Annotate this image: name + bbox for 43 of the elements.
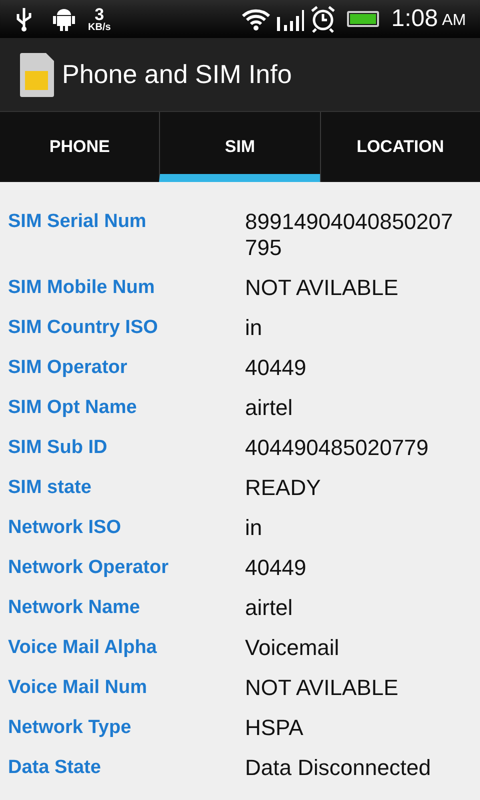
tab[interactable]: SIM (159, 112, 320, 182)
info-value: airtel (245, 595, 294, 621)
info-label: SIM Country ISO (8, 316, 159, 340)
info-value: Voicemail (245, 635, 340, 661)
android-icon (52, 6, 76, 32)
usb-icon (14, 6, 34, 32)
info-value: 404490485020779 (245, 435, 430, 461)
speed-unit: KB/s (88, 22, 111, 32)
info-label: SIM state (8, 476, 92, 500)
info-label: Voice Mail Alpha (8, 636, 158, 660)
info-label: Network ISO (8, 516, 122, 540)
data-speed: 3 (94, 6, 104, 22)
info-label: SIM Mobile Num (8, 276, 156, 300)
wifi-icon (241, 7, 272, 31)
info-label: Network Name (8, 596, 141, 620)
clock-time: 1:08 (391, 4, 438, 34)
info-value: 40449 (245, 555, 308, 581)
info-value: HSPA (245, 715, 304, 741)
info-value: Data Disconnected (245, 755, 432, 781)
info-label: Network Operator (8, 556, 170, 580)
info-label: SIM Sub ID (8, 436, 108, 460)
tab[interactable]: PHONE (0, 112, 160, 182)
clock-meridiem: AM (442, 11, 466, 31)
info-label: SIM Opt Name (8, 396, 138, 420)
info-value: airtel (245, 395, 294, 421)
info-value: 89914904040850207795 (245, 209, 454, 261)
info-label: Voice Mail Num (8, 676, 148, 700)
info-value: in (245, 315, 264, 341)
alarm-icon (309, 5, 338, 33)
app-title: Phone and SIM Info (62, 58, 292, 91)
info-value: 40449 (245, 355, 308, 381)
info-value: in (245, 515, 264, 541)
sim-card-icon (20, 52, 54, 96)
info-label: Data State (8, 756, 102, 780)
battery-icon (347, 11, 380, 27)
tab[interactable]: LOCATION (320, 112, 480, 182)
info-label: SIM Operator (8, 356, 128, 380)
info-value: NOT AVILABLE (245, 675, 400, 701)
signal-icon (275, 7, 306, 31)
info-label: Network Type (8, 716, 132, 740)
info-label: SIM Serial Num (8, 210, 148, 234)
info-value: READY (245, 475, 322, 501)
info-value: NOT AVILABLE (245, 275, 400, 301)
